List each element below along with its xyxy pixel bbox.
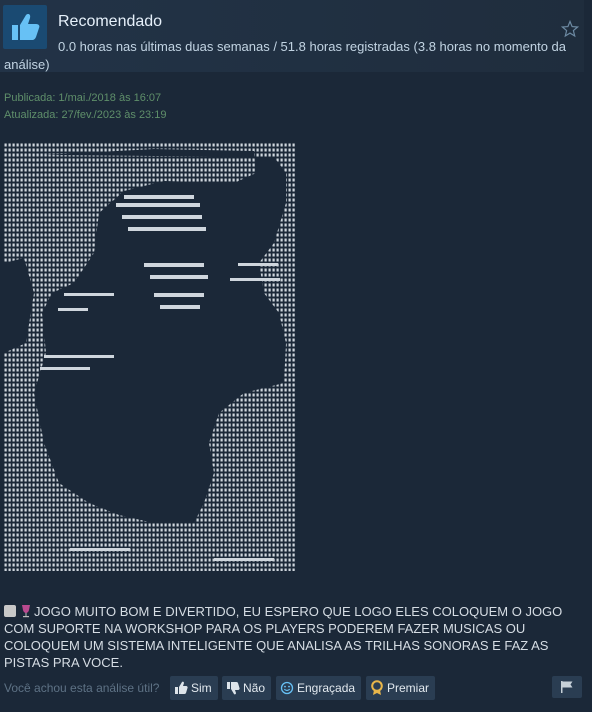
vote-yes-label: Sim: [191, 681, 212, 695]
published-date: Publicada: 1/mai./2018 às 16:07: [4, 92, 162, 104]
star-icon[interactable]: [561, 20, 579, 38]
review-body: JOGO MUITO BOM E DIVERTIDO, EU ESPERO QU…: [4, 604, 563, 670]
award-button[interactable]: Premiar: [366, 676, 436, 700]
updated-date: Atualizada: 27/fev./2023 às 23:19: [4, 109, 167, 121]
wine-glass-icon: [22, 605, 30, 618]
review-text: JOGO MUITO BOM E DIVERTIDO, EU ESPERO QU…: [4, 603, 582, 671]
recommendation-title: Recomendado: [58, 13, 163, 30]
ascii-art-image: [4, 143, 296, 571]
review-header: Recomendado 0.0 horas nas últimas duas s…: [0, 0, 584, 72]
thumbs-up-icon: [175, 681, 188, 694]
vote-funny-label: Engraçada: [297, 681, 356, 695]
playtime-hours: 0.0 horas nas últimas duas semanas / 51.…: [4, 39, 567, 72]
smiley-icon: [280, 681, 294, 695]
helpful-question: Você achou esta análise útil?: [4, 681, 160, 695]
vote-yes-button[interactable]: Sim: [170, 676, 218, 700]
vote-funny-button[interactable]: Engraçada: [276, 676, 362, 700]
thumbs-down-icon: [227, 682, 240, 695]
vote-no-button[interactable]: Não: [222, 676, 272, 700]
report-button[interactable]: [552, 676, 582, 698]
award-label: Premiar: [387, 681, 430, 695]
scroll-icon: [4, 605, 16, 617]
award-medal-icon: [371, 680, 383, 695]
flag-icon: [561, 681, 573, 693]
vote-no-label: Não: [243, 681, 266, 695]
